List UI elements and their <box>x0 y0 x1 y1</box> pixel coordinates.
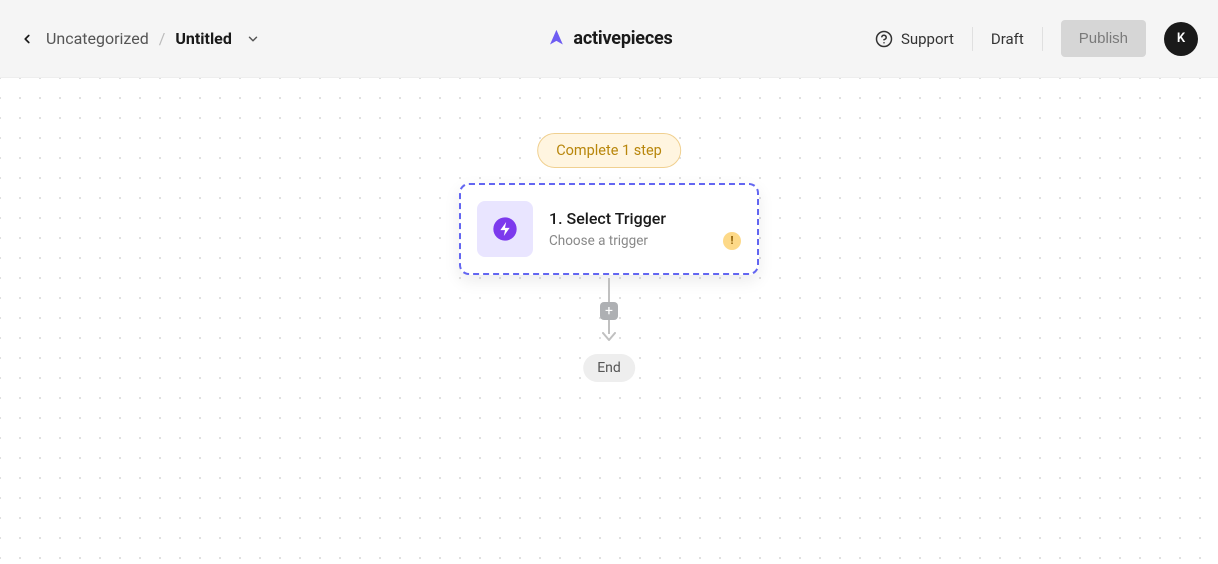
logo-text: activepieces <box>573 28 672 49</box>
trigger-icon-box <box>477 201 533 257</box>
chevron-left-icon <box>20 31 34 47</box>
back-button[interactable] <box>20 31 34 47</box>
trigger-subtitle: Choose a trigger <box>549 233 648 249</box>
connector: + <box>600 278 618 342</box>
arrow-down-icon <box>602 332 616 342</box>
end-node: End <box>583 354 635 382</box>
trigger-text: 1. Select Trigger Choose a trigger ! <box>549 209 741 250</box>
header-left: Uncategorized / Untitled <box>20 29 260 48</box>
publish-button[interactable]: Publish <box>1061 20 1146 57</box>
flow-canvas[interactable]: Complete 1 step 1. Select Trigger Choose… <box>0 78 1218 564</box>
avatar[interactable]: K <box>1164 22 1198 56</box>
support-button[interactable]: Support <box>875 30 954 48</box>
trigger-title: 1. Select Trigger <box>549 209 741 228</box>
trigger-card[interactable]: 1. Select Trigger Choose a trigger ! <box>459 183 759 275</box>
flow-title[interactable]: Untitled <box>175 29 231 48</box>
warning-badge: ! <box>723 232 741 250</box>
header: Uncategorized / Untitled activepieces Su… <box>0 0 1218 78</box>
help-icon <box>875 30 893 48</box>
logo[interactable]: activepieces <box>545 28 672 50</box>
status-label: Draft <box>991 30 1024 48</box>
divider <box>972 27 973 51</box>
flow-menu-button[interactable] <box>246 32 260 46</box>
chevron-down-icon <box>246 32 260 46</box>
add-step-button[interactable]: + <box>600 302 618 320</box>
trigger-sub-row: Choose a trigger ! <box>549 232 741 250</box>
logo-icon <box>545 28 567 50</box>
header-right: Support Draft Publish K <box>875 20 1198 57</box>
breadcrumb: Uncategorized / Untitled <box>46 29 260 48</box>
support-label: Support <box>901 30 954 48</box>
breadcrumb-separator: / <box>159 29 166 48</box>
breadcrumb-category[interactable]: Uncategorized <box>46 29 149 48</box>
bolt-icon <box>491 215 519 243</box>
complete-step-pill[interactable]: Complete 1 step <box>537 133 681 168</box>
divider <box>1042 27 1043 51</box>
connector-line <box>608 278 610 302</box>
